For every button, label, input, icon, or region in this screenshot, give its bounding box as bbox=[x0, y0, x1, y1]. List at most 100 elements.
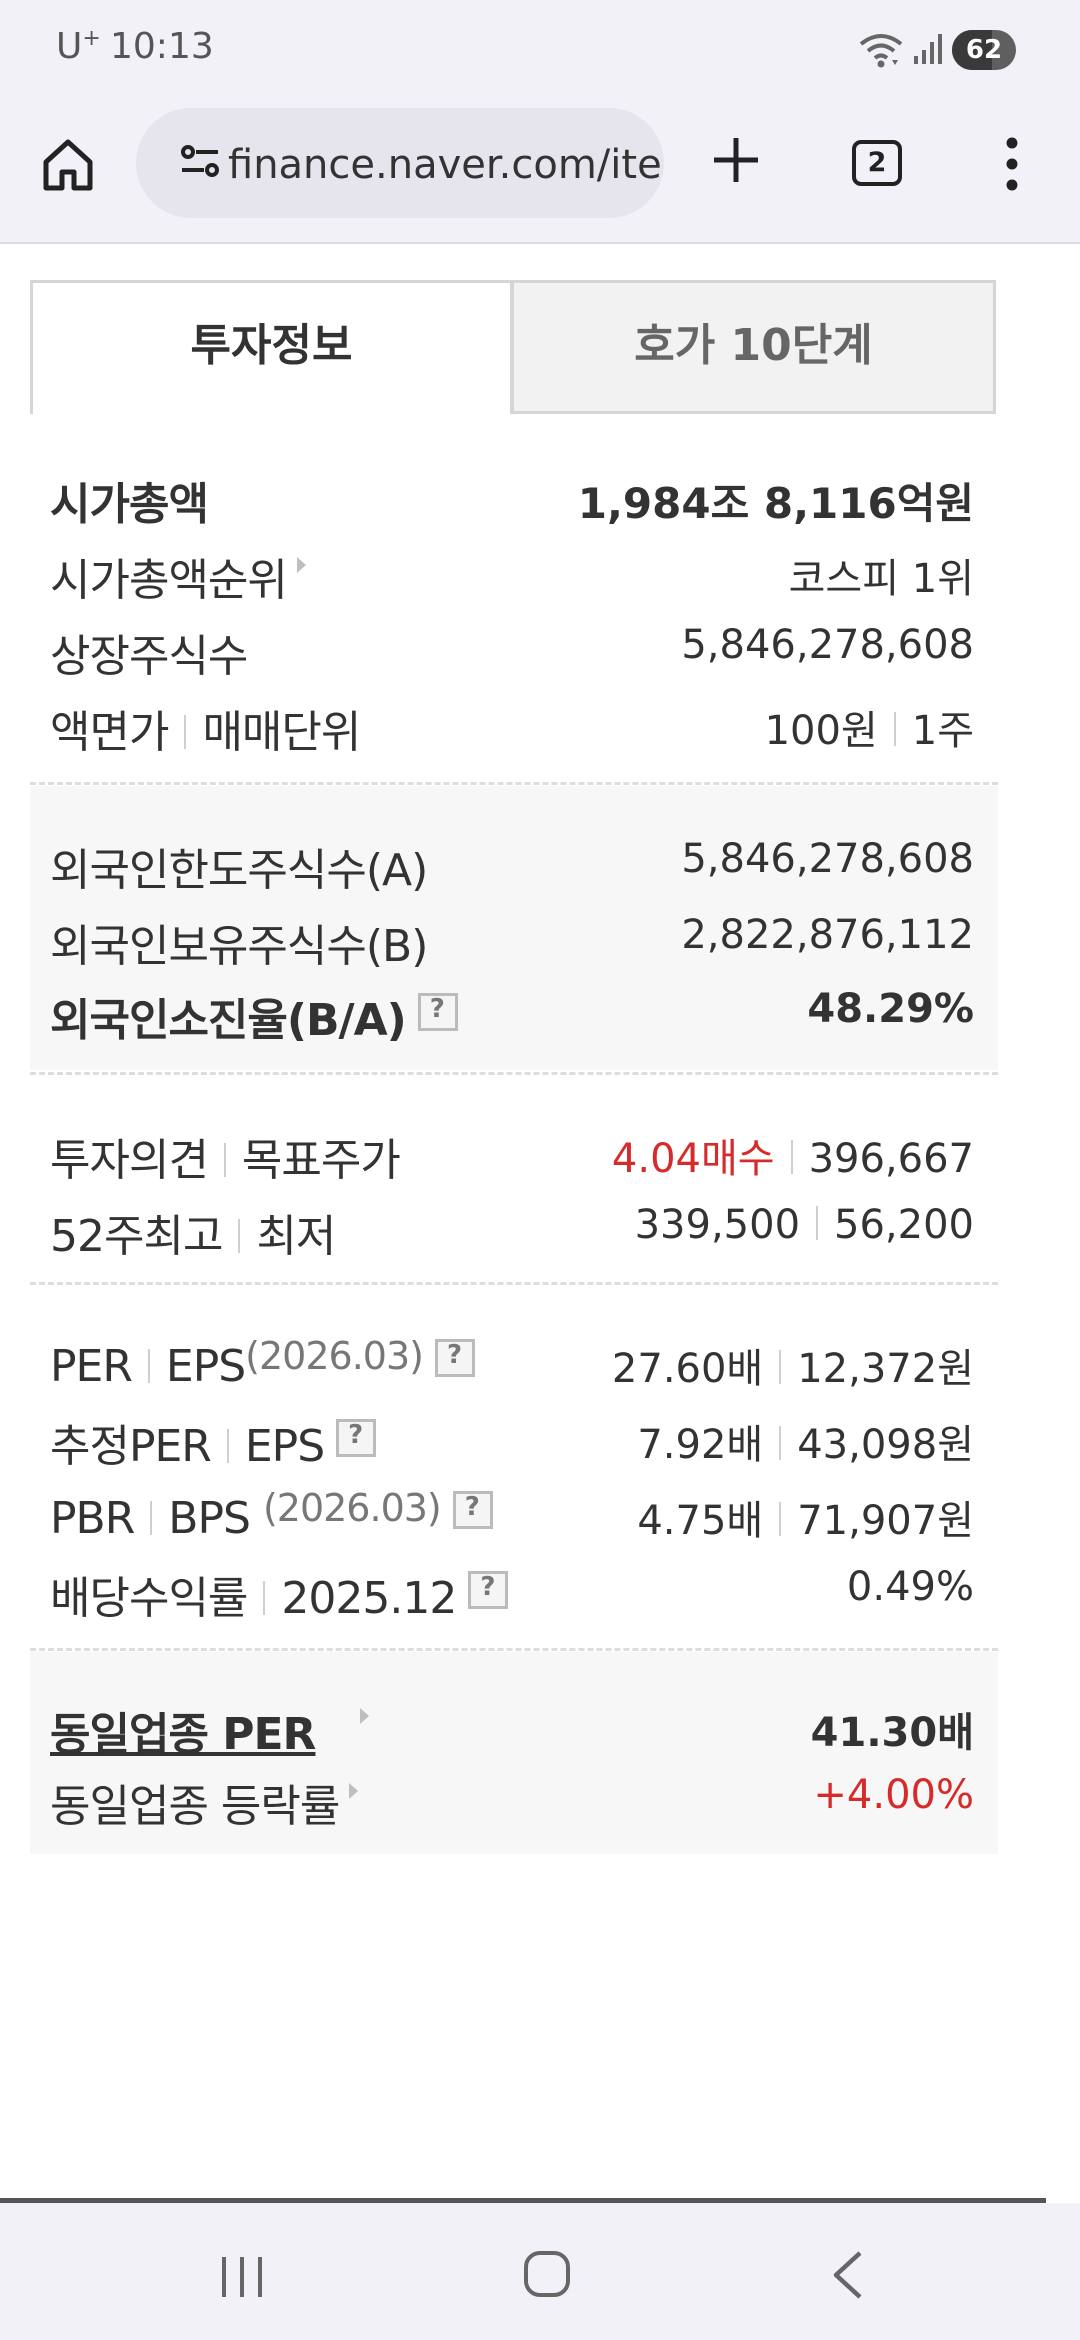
week52-row: 52주최고 최저 339,500 56,200 bbox=[50, 1194, 974, 1264]
section-divider bbox=[30, 1282, 998, 1285]
status-bar: U+ 10:13 62 bbox=[0, 0, 1080, 100]
divider bbox=[184, 715, 187, 749]
valuation-section: PEREPS(2026.03) 27.60배12,372원 추정PEREPS 7… bbox=[30, 1286, 998, 1646]
pbr-row: PBRBPS (2026.03) 4.75배71,907원 bbox=[50, 1480, 974, 1550]
back-button[interactable] bbox=[830, 2249, 866, 2305]
foreign-ownership-section: 외국인한도주식수(A) 5,846,278,608 외국인보유주식수(B) 2,… bbox=[30, 786, 998, 1070]
per-value: 27.60배 12,372원 bbox=[611, 1346, 974, 1392]
arrow-right-icon bbox=[360, 1708, 369, 1724]
par-value-value: 100원 1주 bbox=[764, 708, 974, 754]
pbr-label: PBR BPS (2026.03) bbox=[50, 1486, 493, 1544]
url-text: finance.naver.com/ite bbox=[228, 142, 662, 188]
sector-change-row[interactable]: 동일업종 등락률 +4.00% bbox=[50, 1764, 974, 1834]
market-cap-rank-row[interactable]: 시가총액순위 코스피 1위 bbox=[50, 538, 974, 608]
help-icon[interactable] bbox=[452, 1491, 493, 1529]
market-cap-rank-label[interactable]: 시가총액순위 bbox=[50, 544, 306, 608]
opinion-value: 4.04매수 396,667 bbox=[611, 1136, 974, 1182]
per-label: PER EPS(2026.03) bbox=[50, 1334, 475, 1392]
foreign-limit-row: 외국인한도주식수(A) 5,846,278,608 bbox=[50, 828, 974, 898]
recent-apps-button[interactable] bbox=[220, 2255, 266, 2303]
est-per-label: 추정PER EPS bbox=[50, 1410, 377, 1474]
sector-section: 동일업종 PER 41.30배 동일업종 등락률 +4.00% bbox=[30, 1652, 998, 1854]
market-cap-row: 시가총액 1,984조 8,116억원 bbox=[50, 462, 974, 532]
foreign-ratio-label: 외국인소진율(B/A) bbox=[50, 984, 458, 1048]
listed-shares-value: 5,846,278,608 bbox=[681, 622, 974, 668]
divider bbox=[223, 1143, 226, 1177]
section-divider bbox=[30, 782, 998, 785]
tab-order-book[interactable]: 호가 10단계 bbox=[511, 280, 996, 414]
address-bar[interactable]: finance.naver.com/ite bbox=[136, 108, 664, 218]
tab-investment-info[interactable]: 투자정보 bbox=[30, 280, 513, 414]
sector-per-row[interactable]: 동일업종 PER 41.30배 bbox=[50, 1692, 974, 1762]
divider bbox=[147, 1349, 150, 1383]
est-per-value: 7.92배 43,098원 bbox=[637, 1422, 974, 1468]
wifi-icon bbox=[858, 30, 904, 74]
foreign-ratio-value: 48.29% bbox=[807, 986, 974, 1032]
divider bbox=[779, 1426, 782, 1460]
divider bbox=[779, 1350, 782, 1384]
home-icon bbox=[43, 139, 93, 191]
section-divider bbox=[30, 1648, 998, 1651]
status-time: 10:13 bbox=[110, 26, 214, 67]
sector-change-value: +4.00% bbox=[813, 1772, 974, 1818]
new-tab-button[interactable] bbox=[706, 130, 766, 190]
help-icon[interactable] bbox=[417, 993, 458, 1031]
battery-icon: 62 bbox=[952, 30, 1016, 70]
help-icon[interactable] bbox=[336, 1419, 377, 1457]
section-divider bbox=[30, 1072, 998, 1075]
sector-change-label[interactable]: 동일업종 등락률 bbox=[50, 1770, 359, 1834]
opinion-label: 투자의견 목표주가 bbox=[50, 1135, 401, 1186]
divider bbox=[226, 1429, 229, 1463]
foreign-held-label: 외국인보유주식수(B) bbox=[50, 921, 428, 972]
est-per-row: 추정PEREPS 7.92배43,098원 bbox=[50, 1404, 974, 1474]
listed-shares-row: 상장주식수 5,846,278,608 bbox=[50, 614, 974, 684]
more-vert-icon bbox=[1006, 137, 1018, 191]
home-nav-button[interactable] bbox=[524, 2251, 570, 2297]
divider bbox=[238, 1219, 241, 1253]
market-cap-value: 1,984조 8,116억원 bbox=[577, 479, 974, 528]
browser-toolbar: finance.naver.com/ite 2 bbox=[0, 100, 1080, 244]
dividend-row: 배당수익률2025.12 0.49% bbox=[50, 1556, 974, 1626]
divider bbox=[893, 712, 896, 746]
foreign-ratio-row: 외국인소진율(B/A) 48.29% bbox=[50, 978, 974, 1048]
more-menu-button[interactable] bbox=[1000, 136, 1024, 192]
foreign-limit-label: 외국인한도주식수(A) bbox=[50, 845, 428, 896]
per-row: PEREPS(2026.03) 27.60배12,372원 bbox=[50, 1328, 974, 1398]
opinion-row: 투자의견 목표주가 4.04매수 396,667 bbox=[50, 1118, 974, 1188]
carrier-label: U+ bbox=[56, 26, 101, 67]
week52-value: 339,500 56,200 bbox=[634, 1202, 974, 1248]
divider bbox=[150, 1501, 153, 1535]
market-cap-label: 시가총액 bbox=[50, 479, 209, 530]
par-value-label: 액면가 매매단위 bbox=[50, 707, 361, 758]
battery-percent: 62 bbox=[965, 35, 1003, 65]
par-value-row: 액면가 매매단위 100원 1주 bbox=[50, 690, 974, 760]
dividend-value: 0.49% bbox=[846, 1564, 974, 1610]
opinion-section: 투자의견 목표주가 4.04매수 396,667 52주최고 최저 339,500 56… bbox=[30, 1076, 998, 1280]
divider bbox=[816, 1206, 819, 1240]
foreign-held-value: 2,822,876,112 bbox=[681, 912, 974, 958]
opinion-rating: 4.04매수 bbox=[611, 1136, 775, 1182]
sector-per-value: 41.30배 bbox=[810, 1710, 974, 1756]
market-cap-rank-value: 코스피 1위 bbox=[788, 556, 974, 602]
recents-icon bbox=[222, 2257, 262, 2297]
week52-label: 52주최고 최저 bbox=[50, 1211, 336, 1262]
tab-switcher-button[interactable]: 2 bbox=[852, 140, 902, 186]
market-cap-section: 시가총액 1,984조 8,116억원 시가총액순위 코스피 1위 상장주식수 … bbox=[30, 450, 998, 780]
home-button[interactable] bbox=[38, 134, 98, 194]
divider bbox=[263, 1581, 266, 1615]
foreign-limit-value: 5,846,278,608 bbox=[681, 836, 974, 882]
help-icon[interactable] bbox=[434, 1339, 475, 1377]
foreign-held-row: 외국인보유주식수(B) 2,822,876,112 bbox=[50, 904, 974, 974]
sector-per-link[interactable]: 동일업종 PER bbox=[50, 1698, 316, 1762]
cell-signal-icon bbox=[912, 32, 946, 70]
arrow-right-icon bbox=[349, 1783, 359, 1799]
system-navigation-bar bbox=[0, 2203, 1080, 2340]
help-icon[interactable] bbox=[468, 1571, 509, 1609]
dividend-label: 배당수익률 2025.12 bbox=[50, 1562, 509, 1626]
pbr-value: 4.75배 71,907원 bbox=[637, 1498, 974, 1544]
divider bbox=[779, 1502, 782, 1536]
back-icon bbox=[833, 2251, 862, 2299]
plus-icon bbox=[714, 138, 758, 182]
listed-shares-label: 상장주식수 bbox=[50, 631, 248, 682]
site-settings-icon bbox=[181, 145, 219, 177]
